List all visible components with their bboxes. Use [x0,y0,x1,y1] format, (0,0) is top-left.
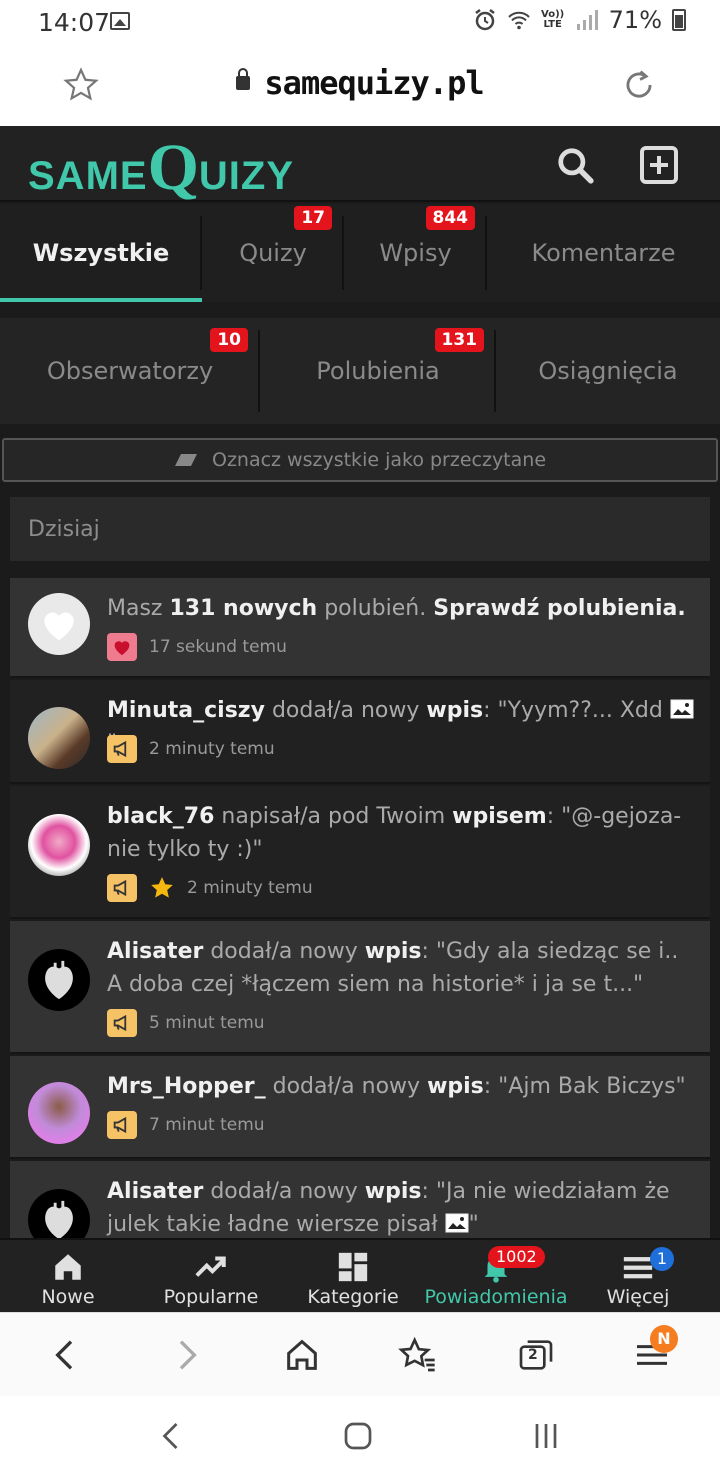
tab-wpisy[interactable]: Wpisy 844 [344,204,487,302]
quizy-badge: 17 [294,206,332,230]
notification-item[interactable]: Masz 131 nowych polubień. Sprawdź polubi… [10,578,710,678]
samequizy-logo[interactable]: SAMEQUIZY [28,130,294,206]
tab-obserwatorzy[interactable]: Obserwatorzy 10 [0,318,260,424]
browser-url-bar: samequizy.pl [0,44,720,126]
heart-icon [44,612,74,641]
url-field[interactable]: samequizy.pl [0,64,720,102]
system-nav-bar [0,1396,720,1480]
back-icon[interactable] [46,1335,86,1375]
user-avatar[interactable] [28,814,90,876]
url-text: samequizy.pl [264,64,484,102]
obserwatorzy-badge: 10 [210,328,248,352]
site-header: SAMEQUIZY [0,126,720,204]
battery-icon [672,9,686,31]
image-icon [445,1213,469,1233]
timestamp: 5 minut temu [149,1013,265,1033]
notification-meta: 2 minuty temu [107,735,275,763]
active-tab-indicator [0,298,202,302]
notification-text: black_76 napisał/a pod Twoim wpisem: "@-… [107,804,682,862]
like-type-icon [107,633,137,661]
site-bottom-nav: Nowe Popularne Kategorie Powiadomienia 1… [0,1238,720,1312]
notification-item[interactable]: Minuta_ciszy dodał/a nowy wpis: "Yyym??.… [10,680,710,784]
nav-kategorie[interactable]: Kategorie [300,1240,406,1314]
signal-icon [576,10,598,30]
notification-tabs-primary: Wszystkie Quizy 17 Wpisy 844 Komentarze [0,204,720,302]
star-icon [151,877,173,898]
notification-text: Alisater dodał/a nowy wpis: "Gdy ala sie… [107,939,679,997]
add-content-icon[interactable] [640,146,678,184]
nav-powiadomienia[interactable]: Powiadomienia 1002 [420,1240,572,1314]
wpisy-badge: 844 [425,206,475,230]
user-avatar[interactable] [28,1189,90,1238]
wifi-icon [507,11,530,30]
gallery-notification-icon [110,12,130,30]
tab-quizy[interactable]: Quizy 17 [202,204,344,302]
bookmarks-icon[interactable] [398,1335,438,1375]
forward-icon[interactable] [166,1335,206,1375]
megaphone-icon [107,735,137,763]
search-icon[interactable] [556,146,594,184]
battery-percent: 71% [608,6,662,34]
user-avatar[interactable] [28,1082,90,1144]
tab-komentarze[interactable]: Komentarze [487,204,720,302]
alarm-icon [474,9,495,31]
status-bar: 14:07 Vo)) LTE 71% [0,0,720,44]
timestamp: 2 minuty temu [187,878,313,898]
nav-wiecej[interactable]: Więcej 1 [590,1240,686,1314]
notification-item[interactable]: Alisater dodał/a nowy wpis: "Gdy ala sie… [10,921,710,1054]
tab-polubienia[interactable]: Polubienia 131 [260,318,496,424]
heart-avatar [28,593,90,655]
more-badge: 1 [650,1247,674,1271]
nav-popularne[interactable]: Popularne [140,1240,282,1314]
notification-meta: 5 minut temu [107,1009,265,1037]
system-back-icon[interactable] [154,1418,190,1454]
user-avatar[interactable] [28,949,90,1011]
tab-wszystkie[interactable]: Wszystkie [0,204,202,302]
trending-icon [195,1256,226,1277]
megaphone-icon [107,1111,137,1139]
system-home-icon[interactable] [340,1418,376,1454]
lte-indicator: Vo)) LTE [541,9,565,30]
home-icon[interactable] [282,1335,322,1375]
timestamp: 2 minuty temu [149,739,275,759]
notification-tabs-secondary: Obserwatorzy 10 Polubienia 131 Osiągnięc… [0,318,720,424]
notification-meta: 7 minut temu [107,1111,265,1139]
notification-item[interactable]: black_76 napisał/a pod Twoim wpisem: "@-… [10,786,710,919]
browser-toolbar: 2 N [0,1312,720,1396]
user-avatar[interactable] [28,707,90,769]
reload-icon[interactable] [620,66,658,104]
image-icon [670,699,694,719]
eraser-icon [174,454,197,466]
timestamp: 7 minut temu [149,1115,265,1135]
day-header: Dzisiaj [10,497,710,561]
browser-menu-badge: N [650,1325,678,1353]
notification-item[interactable]: Alisater dodał/a nowy wpis: "Ja nie wied… [10,1161,710,1238]
notification-text: Mrs_Hopper_ dodał/a nowy wpis: "Ajm Bak … [107,1074,686,1099]
notification-meta: 2 minuty temu [107,874,313,902]
home-icon [55,1254,81,1280]
anatomical-heart-icon [45,1200,73,1238]
notifications-count-badge: 1002 [488,1246,545,1268]
notification-item[interactable]: Mrs_Hopper_ dodał/a nowy wpis: "Ajm Bak … [10,1056,710,1159]
notification-meta: 17 sekund temu [107,633,287,661]
clock: 14:07 [38,8,111,37]
grid-icon [338,1252,368,1282]
system-recents-icon[interactable] [528,1418,564,1454]
mark-all-read-button[interactable]: Oznacz wszystkie jako przeczytane [2,438,718,482]
notification-text: Masz 131 nowych polubień. Sprawdź polubi… [107,596,686,621]
notification-text: Alisater dodał/a nowy wpis: "Ja nie wied… [107,1179,670,1237]
polubienia-badge: 131 [434,328,484,352]
timestamp: 17 sekund temu [149,637,287,657]
megaphone-icon [107,874,137,902]
nav-nowe[interactable]: Nowe [10,1240,126,1314]
megaphone-icon [107,1009,137,1037]
tabs-button[interactable]: 2 [516,1335,556,1375]
tab-osiagniecia[interactable]: Osiągnięcia [496,318,720,424]
tabs-count: 2 [528,1347,538,1363]
status-icons: Vo)) LTE 71% [473,6,686,34]
lock-icon [236,68,251,90]
anatomical-heart-icon [45,960,73,1000]
